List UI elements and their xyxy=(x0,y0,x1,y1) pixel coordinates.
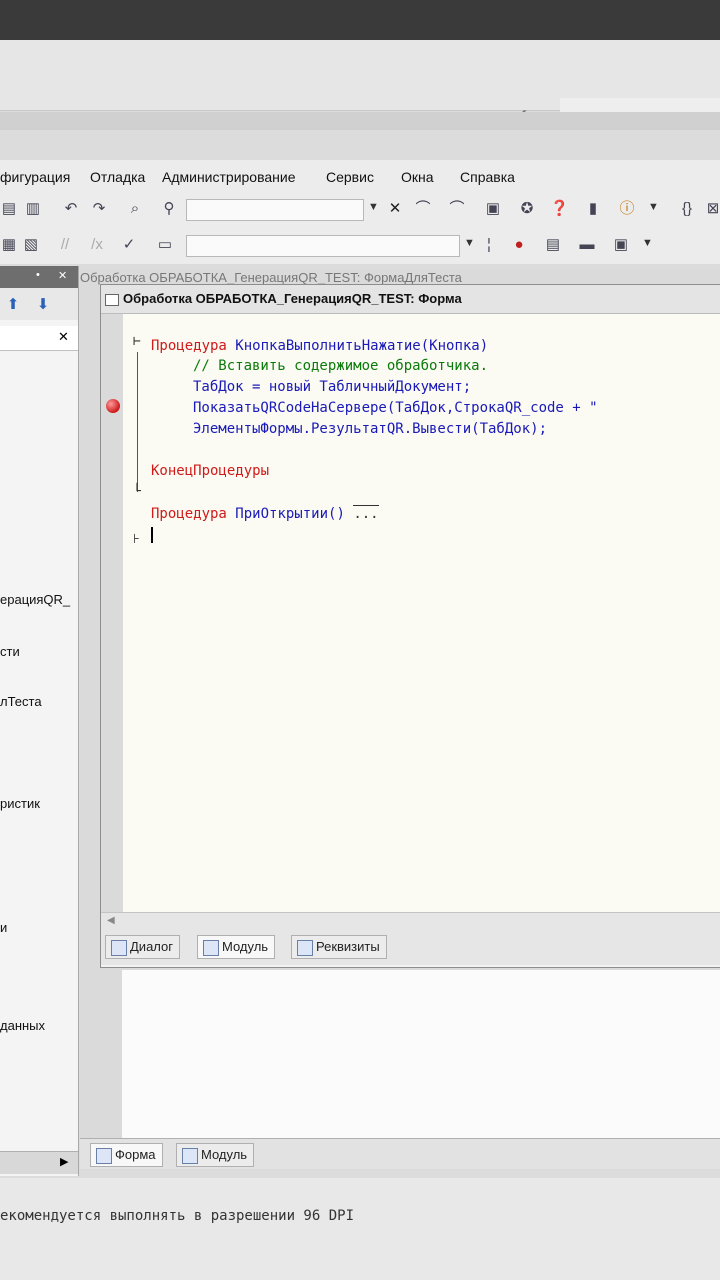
breakpoint-icon[interactable]: ● xyxy=(510,236,528,254)
wifi-down-icon[interactable]: ⌒ xyxy=(448,200,466,218)
menu-bar: фигурация Отладка Администрирование Серв… xyxy=(0,160,720,192)
code-line: КонецПроцедуры xyxy=(151,463,270,479)
monitor-bezel xyxy=(0,0,720,40)
panel-toolbar: ⬆ ⬇ xyxy=(0,288,78,320)
preview-icon[interactable]: ▥ xyxy=(24,200,42,218)
code-line: // Вставить содержимое обработчика. xyxy=(193,358,489,374)
bookmark-icon[interactable]: ▤ xyxy=(544,236,562,254)
book-icon[interactable]: ▮ xyxy=(584,200,602,218)
fold-expand-icon[interactable]: ⊦ xyxy=(133,532,140,547)
toolbar-main: ▤ ▥ ↶ ↷ ⌕ ⚲ ▼ ✕ ⌒ ⌒ ▣ ✪ ❓ ▮ ⓘ ▼ {} ⊠ xyxy=(0,192,720,228)
dialog-icon xyxy=(111,940,127,956)
form-icon xyxy=(96,1148,112,1164)
status-message: екомендуется выполнять в разрешении 96 D… xyxy=(0,1208,355,1224)
attributes-icon xyxy=(297,940,313,956)
breakpoint-gutter[interactable] xyxy=(101,314,123,912)
procedure-combo[interactable] xyxy=(186,235,460,257)
tab-module[interactable]: Модуль xyxy=(176,1143,255,1167)
menu-windows[interactable]: Окна xyxy=(401,169,434,185)
config-tree-panel: • ✕ ⬆ ⬇ ✕ ерацияQR_ сти лТеста ристик и … xyxy=(0,266,79,1176)
chevron-left-icon[interactable]: ◀ xyxy=(107,915,115,926)
print-icon[interactable]: ▤ xyxy=(0,200,18,218)
arrow-up-icon[interactable]: ⬆ xyxy=(4,296,22,314)
module-icon[interactable]: {} xyxy=(678,200,696,218)
code-line: ЭлементыФормы.РезультатQR.Вывести(ТабДок… xyxy=(193,421,548,437)
collapsed-block[interactable]: ... xyxy=(353,505,379,522)
outer-tab-bar: Форма Модуль xyxy=(80,1138,720,1169)
tab-form[interactable]: Форма xyxy=(90,1143,163,1167)
tab-dialog[interactable]: Диалог xyxy=(105,935,180,959)
chevron-down-icon[interactable]: ▼ xyxy=(648,201,659,213)
window-titlebar: ◐ xyxy=(0,40,720,128)
module-icon xyxy=(182,1148,198,1164)
wifi-up-icon[interactable]: ⌒ xyxy=(414,200,432,218)
help-context-icon[interactable]: ❓ xyxy=(550,200,569,218)
debug-icon[interactable]: ▣ xyxy=(612,236,630,254)
comment-icon[interactable]: // xyxy=(56,236,74,254)
menu-configuration[interactable]: фигурация xyxy=(0,169,70,185)
menu-service[interactable]: Сервис xyxy=(326,169,374,185)
find-in-files-icon[interactable]: ⌕ xyxy=(126,200,144,218)
close-icon[interactable]: ✕ xyxy=(58,269,67,282)
uncomment-icon[interactable]: /x xyxy=(88,236,106,254)
chevron-down-icon[interactable]: ▼ xyxy=(368,201,379,213)
close-icon[interactable]: ✕ xyxy=(58,329,69,345)
info-icon[interactable]: ⓘ xyxy=(618,200,636,218)
tab-module[interactable]: Модуль xyxy=(197,935,276,959)
divider xyxy=(0,112,720,130)
tool-icon[interactable]: ▧ xyxy=(22,236,40,254)
calc-icon[interactable]: ⊠ xyxy=(704,200,720,218)
tree-item[interactable]: ристик xyxy=(0,796,40,811)
syntax-check-icon[interactable]: ✓ xyxy=(120,236,138,254)
fold-collapse-icon[interactable]: ⊢ xyxy=(133,334,141,349)
chevron-down-icon[interactable]: ▼ xyxy=(642,237,653,249)
code-line: ТабДок = новый ТабличныйДокумент; xyxy=(193,379,472,395)
form-canvas xyxy=(122,970,720,1138)
status-bar: екомендуется выполнять в разрешении 96 D… xyxy=(0,1178,720,1280)
horizontal-scrollbar[interactable]: ◀ xyxy=(101,912,720,931)
pin-icon[interactable]: • xyxy=(36,269,40,281)
format-icon[interactable]: ▭ xyxy=(156,236,174,254)
close-icon[interactable]: ✕ xyxy=(386,200,404,218)
wizard-icon[interactable]: ✪ xyxy=(518,200,536,218)
editor-window-title: Обработка ОБРАБОТКА_ГенерацияQR_TEST: Фо… xyxy=(101,285,720,314)
text-cursor xyxy=(151,527,153,543)
tree-item[interactable]: данных xyxy=(0,1018,45,1033)
tool-icon[interactable]: ▦ xyxy=(0,236,18,254)
window-icon xyxy=(105,293,119,306)
arrow-down-icon[interactable]: ⬇ xyxy=(34,296,52,314)
redo-icon[interactable]: ↷ xyxy=(90,200,108,218)
chevron-down-icon[interactable]: ▼ xyxy=(464,237,475,249)
toolbar-secondary: ▦ ▧ // /x ✓ ▭ ▼ ¦ ● ▤ ▬ ▣ ▼ xyxy=(0,228,720,264)
panel-header: • ✕ xyxy=(0,266,78,288)
tree-item[interactable]: лТеста xyxy=(0,694,42,709)
code-line: ПоказатьQRCodeНаСервере(ТабДок,СтрокаQR_… xyxy=(193,400,598,416)
module-icon xyxy=(203,940,219,956)
menu-help[interactable]: Справка xyxy=(460,169,515,185)
undo-icon[interactable]: ↶ xyxy=(62,200,80,218)
tab-attributes[interactable]: Реквизиты xyxy=(291,935,387,959)
module-editor-window: Обработка ОБРАБОТКА_ГенерацияQR_TEST: Фо… xyxy=(100,284,720,968)
code-line: Процедура ПриОткрытии() ... xyxy=(151,505,379,522)
search-combo[interactable] xyxy=(186,199,364,221)
tree-item[interactable]: и xyxy=(0,920,7,935)
tree-item[interactable]: сти xyxy=(0,644,20,659)
horizontal-scrollbar[interactable]: ▶ xyxy=(0,1151,78,1174)
code-editor[interactable]: ⊢ └ ⊦ Процедура КнопкаВыполнитьНажатие(К… xyxy=(123,314,720,912)
search-icon[interactable]: ⚲ xyxy=(160,200,178,218)
menu-debug[interactable]: Отладка xyxy=(90,169,145,185)
disable-icon[interactable]: ▬ xyxy=(578,236,596,254)
fold-end-icon: └ xyxy=(133,484,141,499)
breakpoint-icon[interactable] xyxy=(106,399,120,413)
fold-line xyxy=(137,352,138,492)
tree-item[interactable]: ерацияQR_ xyxy=(0,592,70,607)
menu-administration[interactable]: Администрирование xyxy=(162,169,296,185)
windows-icon[interactable]: ▣ xyxy=(484,200,502,218)
separator-icon: ¦ xyxy=(487,236,491,253)
chevron-right-icon[interactable]: ▶ xyxy=(60,1155,68,1168)
code-line: Процедура КнопкаВыполнитьНажатие(Кнопка) xyxy=(151,338,489,354)
tree-search-input[interactable]: ✕ xyxy=(0,326,78,351)
screen: ◐ фигурация Отладка Администрирование Се… xyxy=(0,0,720,1280)
editor-tab-bar: Диалог Модуль Реквизиты xyxy=(101,931,720,965)
